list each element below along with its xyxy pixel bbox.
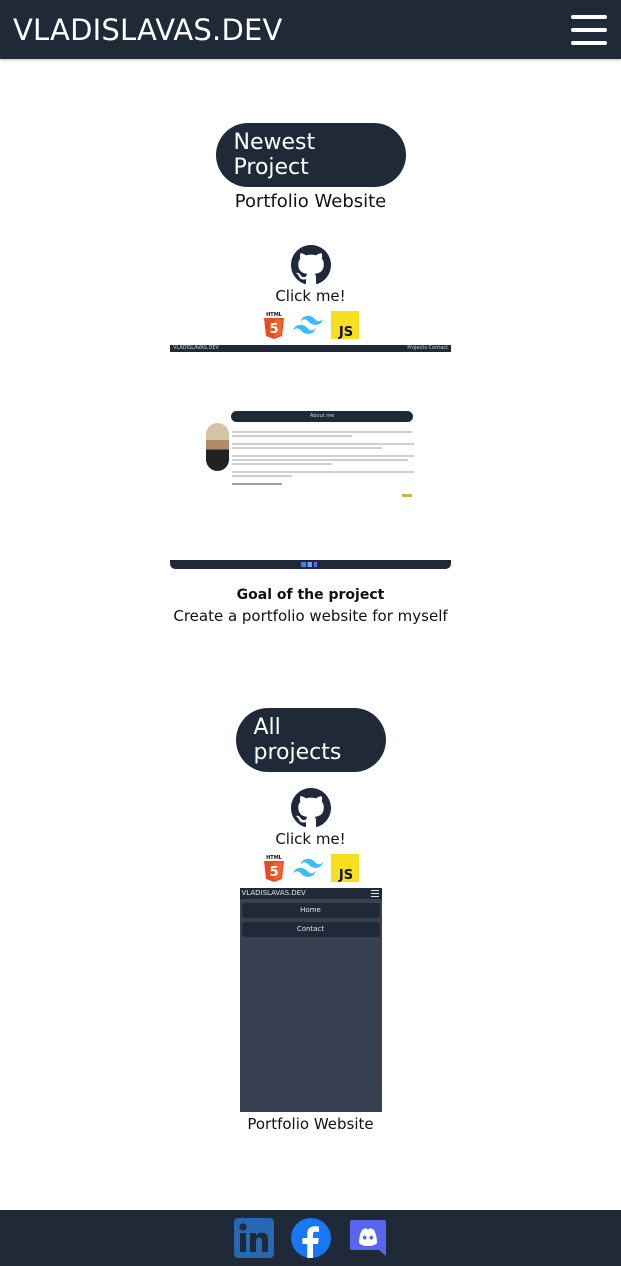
facebook-icon[interactable] (290, 1217, 332, 1259)
screenshot-text-line (232, 483, 282, 485)
svg-text:HTML: HTML (266, 312, 283, 318)
preview-contact-button: Contact (241, 922, 380, 937)
svg-text:JS: JS (337, 325, 352, 339)
newest-project-heading: Newest Project (215, 123, 406, 187)
screenshot-text-line (232, 455, 414, 457)
preview-navbar: VLADISLAVAS.DEV (239, 888, 382, 899)
html5-icon: HTML 5 (263, 855, 284, 882)
all-projects-heading: All projects (235, 708, 386, 772)
github-link-label[interactable]: Click me! (275, 287, 345, 305)
preview-hamburger-icon (370, 890, 379, 897)
project-preview-mobile[interactable]: VLADISLAVAS.DEV Home Contact (239, 888, 382, 1112)
newest-project-title: Portfolio Website (234, 191, 387, 212)
svg-text:HTML: HTML (266, 855, 283, 861)
tailwind-icon (292, 858, 323, 877)
screenshot-navbar: VLADISLAVAS.DEV Projects Contact (170, 345, 451, 352)
discord-icon[interactable] (348, 1218, 388, 1258)
screenshot-text-line (232, 447, 382, 449)
tech-stack: HTML 5 JS (263, 311, 359, 339)
svg-text:5: 5 (269, 865, 278, 880)
footer (0, 1210, 621, 1266)
javascript-icon: JS (330, 854, 359, 882)
screenshot-text-line (232, 435, 352, 437)
linkedin-icon[interactable] (233, 1218, 274, 1258)
screenshot-nav: Projects Contact (407, 345, 448, 351)
github-icon[interactable] (290, 245, 331, 285)
preview-brand: VLADISLAVAS.DEV (241, 889, 306, 897)
top-navbar: VLADISLAVAS.DEV (0, 0, 621, 59)
newest-project-screenshot[interactable]: VLADISLAVAS.DEV Projects Contact About m… (170, 345, 451, 569)
screenshot-text-line (232, 431, 412, 433)
screenshot-text-line (232, 471, 414, 473)
tailwind-icon (292, 315, 323, 334)
html5-icon: HTML 5 (263, 312, 284, 339)
screenshot-text-line (232, 475, 292, 477)
all-projects-section: All projects Click me! HTML 5 JS VLADISL… (0, 708, 621, 1133)
svg-text:5: 5 (269, 322, 278, 337)
tech-stack: HTML 5 JS (263, 854, 359, 882)
svg-text:JS: JS (337, 868, 352, 882)
hamburger-menu-icon[interactable] (571, 14, 607, 45)
goal-text: Create a portfolio website for myself (173, 607, 448, 625)
project-caption: Portfolio Website (247, 1115, 374, 1133)
screenshot-brand: VLADISLAVAS.DEV (173, 345, 219, 351)
screenshot-heading: About me (231, 411, 413, 422)
github-icon[interactable] (290, 788, 331, 828)
javascript-icon: JS (330, 311, 359, 339)
screenshot-text-line (232, 443, 414, 445)
screenshot-avatar (206, 423, 229, 471)
goal-title: Goal of the project (236, 587, 385, 603)
screenshot-tech-icons (402, 494, 412, 497)
screenshot-text-line (232, 459, 408, 461)
github-link-label[interactable]: Click me! (275, 830, 345, 848)
screenshot-footer (170, 560, 451, 569)
preview-home-button: Home (241, 903, 380, 918)
screenshot-text-line (232, 463, 332, 465)
site-brand[interactable]: VLADISLAVAS.DEV (13, 13, 283, 47)
newest-project-section: Newest Project Portfolio Website Click m… (0, 123, 621, 625)
